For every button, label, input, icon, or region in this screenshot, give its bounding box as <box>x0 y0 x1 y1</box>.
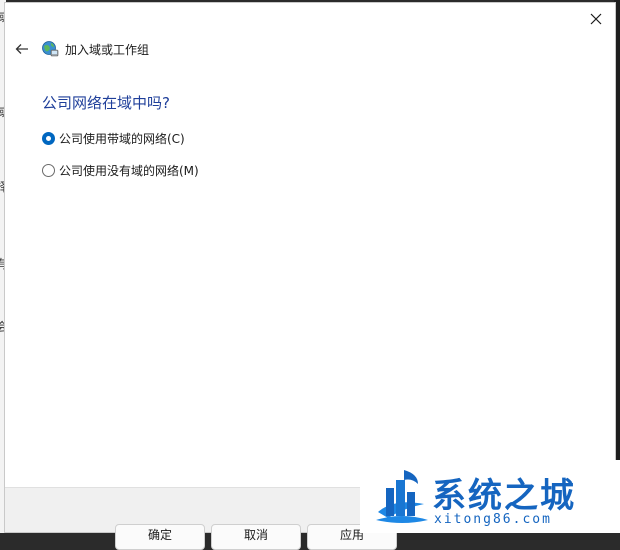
city-logo-icon <box>376 470 428 523</box>
radio-unselected[interactable] <box>42 164 55 177</box>
close-icon <box>590 13 602 25</box>
option-with-domain[interactable]: 公司使用带域的网络(C) <box>42 130 185 147</box>
cancel-button[interactable]: 取消 <box>211 524 301 550</box>
back-button[interactable] <box>13 40 31 58</box>
window-title: 加入域或工作组 <box>65 42 150 57</box>
watermark: 系统之城 xitong86.com <box>360 460 620 533</box>
back-arrow-icon <box>15 44 28 54</box>
watermark-url: xitong86.com <box>434 512 552 527</box>
close-button[interactable] <box>581 5 611 33</box>
option-label: 公司使用带域的网络(C) <box>59 132 185 146</box>
join-domain-dialog: 加入域或工作组 公司网络在域中吗? 公司使用带域的网络(C) 公司使用没有域的网… <box>4 2 616 550</box>
option-without-domain[interactable]: 公司使用没有域的网络(M) <box>42 162 199 179</box>
watermark-title: 系统之城 <box>432 476 576 516</box>
ok-button[interactable]: 确定 <box>115 524 205 550</box>
option-label: 公司使用没有域的网络(M) <box>59 164 199 178</box>
page-question: 公司网络在域中吗? <box>42 94 170 112</box>
radio-selected[interactable] <box>42 132 55 145</box>
dialog-header: 加入域或工作组 <box>13 39 149 59</box>
network-globe-icon <box>42 41 59 57</box>
